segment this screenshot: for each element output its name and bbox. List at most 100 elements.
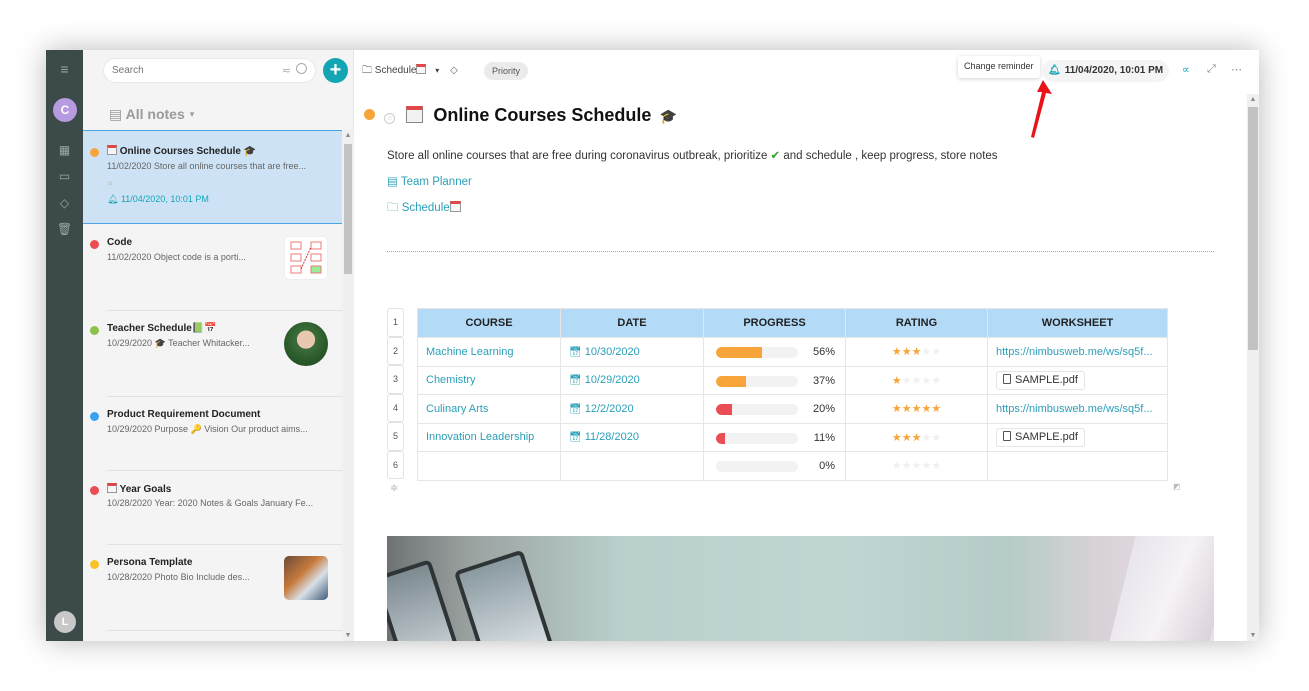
rating-cell[interactable]: ★★★★★ bbox=[845, 337, 988, 367]
progress-cell[interactable]: 0% bbox=[703, 451, 846, 481]
workspace-avatar[interactable]: L bbox=[54, 611, 76, 633]
star-icon[interactable]: ★ bbox=[921, 375, 931, 387]
note-reminder[interactable]: 🔔︎ 11/04/2020, 10:01 PM bbox=[107, 194, 209, 205]
note-description[interactable]: Store all online courses that are free d… bbox=[387, 148, 998, 162]
star-icon[interactable]: ★ bbox=[892, 432, 902, 444]
tag-priority[interactable]: Priority bbox=[484, 62, 529, 80]
note-item[interactable]: Persona Template 10/28/2020 Photo Bio In… bbox=[83, 545, 342, 631]
rating-cell[interactable]: ★★★★★ bbox=[845, 422, 988, 452]
file-attachment[interactable]: SAMPLE.pdf bbox=[996, 370, 1085, 390]
expand-icon[interactable]: ⤢ bbox=[1207, 63, 1216, 76]
row-handle[interactable]: 6 bbox=[387, 450, 404, 479]
link-schedule-folder[interactable]: 🗀 Schedule bbox=[387, 200, 461, 219]
filter-icon[interactable]: ≂ bbox=[282, 64, 291, 77]
note-title[interactable]: Online Courses Schedule bbox=[433, 105, 651, 125]
row-handle[interactable]: 4 bbox=[387, 393, 404, 422]
worksheet-cell[interactable]: SAMPLE.pdf bbox=[987, 365, 1168, 395]
trash-icon[interactable]: 🗑 bbox=[46, 222, 83, 236]
editor-scrollbar[interactable]: ▲ ▼ bbox=[1247, 94, 1259, 641]
worksheet-cell[interactable]: SAMPLE.pdf bbox=[987, 422, 1168, 452]
rating-cell[interactable]: ★★★★★ bbox=[845, 451, 988, 481]
search-icon[interactable] bbox=[296, 63, 307, 74]
user-avatar[interactable]: C bbox=[53, 98, 77, 122]
course-cell[interactable]: Culinary Arts bbox=[417, 394, 561, 424]
star-icon[interactable]: ★ bbox=[921, 432, 931, 444]
worksheet-link[interactable]: https://nimbusweb.me/ws/sq5f... bbox=[996, 403, 1153, 415]
progress-cell[interactable]: 20% bbox=[703, 394, 846, 424]
file-attachment[interactable]: SAMPLE.pdf bbox=[996, 427, 1085, 447]
star-icon[interactable]: ★ bbox=[921, 403, 931, 415]
scroll-up-icon[interactable]: ▲ bbox=[342, 132, 354, 139]
star-icon[interactable]: ★ bbox=[912, 403, 922, 415]
share-icon[interactable]: ∝ bbox=[1182, 63, 1190, 76]
star-icon[interactable]: ★ bbox=[902, 346, 912, 358]
emoji-picker-icon[interactable]: ☺ bbox=[384, 113, 396, 124]
add-row-icon[interactable]: ≑ bbox=[390, 483, 398, 494]
star-icon[interactable]: ★ bbox=[921, 460, 931, 472]
worksheet-cell[interactable] bbox=[987, 451, 1168, 481]
note-item[interactable]: Year Goals 10/28/2020 Year: 2020 Notes &… bbox=[83, 471, 342, 545]
row-handle[interactable]: 5 bbox=[387, 422, 404, 451]
progress-cell[interactable]: 11% bbox=[703, 422, 846, 452]
star-icon[interactable]: ★ bbox=[892, 375, 902, 387]
star-icon[interactable]: ★ bbox=[912, 432, 922, 444]
table-resize-handle[interactable]: ◩ bbox=[1173, 482, 1181, 491]
course-cell[interactable]: Innovation Leadership bbox=[417, 422, 561, 452]
row-handle[interactable]: 2 bbox=[387, 336, 404, 365]
note-item[interactable]: Product Requirement Document 10/29/2020 … bbox=[83, 397, 342, 471]
scrollbar-thumb[interactable] bbox=[344, 144, 352, 274]
reminder-button[interactable]: 🔔︎ 11/04/2020, 10:01 PM bbox=[1042, 60, 1170, 82]
worksheet-cell[interactable]: https://nimbusweb.me/ws/sq5f... bbox=[987, 337, 1168, 367]
column-header[interactable]: COURSE bbox=[417, 308, 561, 338]
hamburger-menu-icon[interactable]: ≡ bbox=[46, 62, 83, 76]
column-header[interactable]: DATE bbox=[560, 308, 704, 338]
star-icon[interactable]: ★ bbox=[931, 375, 941, 387]
date-cell[interactable] bbox=[560, 451, 704, 481]
date-cell[interactable]: 📅︎ 11/28/2020 bbox=[560, 422, 704, 452]
progress-cell[interactable]: 56% bbox=[703, 337, 846, 367]
more-options-icon[interactable]: ⋯ bbox=[1231, 63, 1242, 76]
worksheet-cell[interactable]: https://nimbusweb.me/ws/sq5f... bbox=[987, 394, 1168, 424]
rating-cell[interactable]: ★★★★★ bbox=[845, 365, 988, 395]
row-handle[interactable]: 3 bbox=[387, 365, 404, 394]
link-team-planner[interactable]: ▤ Team Planner bbox=[387, 174, 472, 188]
star-icon[interactable]: ★ bbox=[892, 346, 902, 358]
star-icon[interactable]: ★ bbox=[912, 460, 922, 472]
row-handle[interactable]: 1 bbox=[387, 308, 404, 337]
grid-icon[interactable]: ▦ bbox=[46, 143, 83, 157]
scrollbar-thumb[interactable] bbox=[1248, 107, 1258, 350]
star-icon[interactable]: ★ bbox=[892, 403, 902, 415]
course-cell[interactable] bbox=[417, 451, 561, 481]
scroll-down-icon[interactable]: ▼ bbox=[1247, 632, 1259, 639]
chevron-down-icon[interactable]: ▾ bbox=[435, 66, 439, 75]
course-cell[interactable]: Chemistry bbox=[417, 365, 561, 395]
date-cell[interactable]: 📅︎ 10/29/2020 bbox=[560, 365, 704, 395]
column-header[interactable]: PROGRESS bbox=[703, 308, 846, 338]
column-header[interactable]: WORKSHEET bbox=[987, 308, 1168, 338]
progress-cell[interactable]: 37% bbox=[703, 365, 846, 395]
course-cell[interactable]: Machine Learning bbox=[417, 337, 561, 367]
notes-list-scrollbar[interactable]: ▲ ▼ bbox=[342, 130, 354, 641]
folder-icon[interactable]: ▭ bbox=[46, 169, 83, 183]
tag-icon[interactable]: ◇ bbox=[46, 196, 83, 210]
star-icon[interactable]: ★ bbox=[931, 403, 941, 415]
star-icon[interactable]: ★ bbox=[902, 375, 912, 387]
star-icon[interactable]: ★ bbox=[931, 460, 941, 472]
star-icon[interactable]: ★ bbox=[931, 346, 941, 358]
status-dot[interactable] bbox=[364, 109, 375, 120]
star-icon[interactable]: ★ bbox=[912, 346, 922, 358]
scroll-down-icon[interactable]: ▼ bbox=[342, 632, 354, 639]
date-cell[interactable]: 📅︎ 10/30/2020 bbox=[560, 337, 704, 367]
star-icon[interactable]: ★ bbox=[902, 460, 912, 472]
star-icon[interactable]: ★ bbox=[902, 432, 912, 444]
breadcrumb[interactable]: 🗀 Schedule ▾ ◇ bbox=[362, 63, 458, 80]
star-icon[interactable]: ★ bbox=[931, 432, 941, 444]
search-input[interactable] bbox=[104, 59, 264, 82]
note-item[interactable]: Code 11/02/2020 Object code is a porti..… bbox=[83, 225, 342, 311]
star-icon[interactable]: ★ bbox=[892, 460, 902, 472]
date-cell[interactable]: 📅︎ 12/2/2020 bbox=[560, 394, 704, 424]
star-icon[interactable]: ★ bbox=[921, 346, 931, 358]
all-notes-dropdown[interactable]: ▤ All notes ▾ bbox=[109, 106, 194, 123]
note-item[interactable]: Online Courses Schedule 🎓 11/02/2020 Sto… bbox=[83, 130, 342, 224]
rating-cell[interactable]: ★★★★★ bbox=[845, 394, 988, 424]
